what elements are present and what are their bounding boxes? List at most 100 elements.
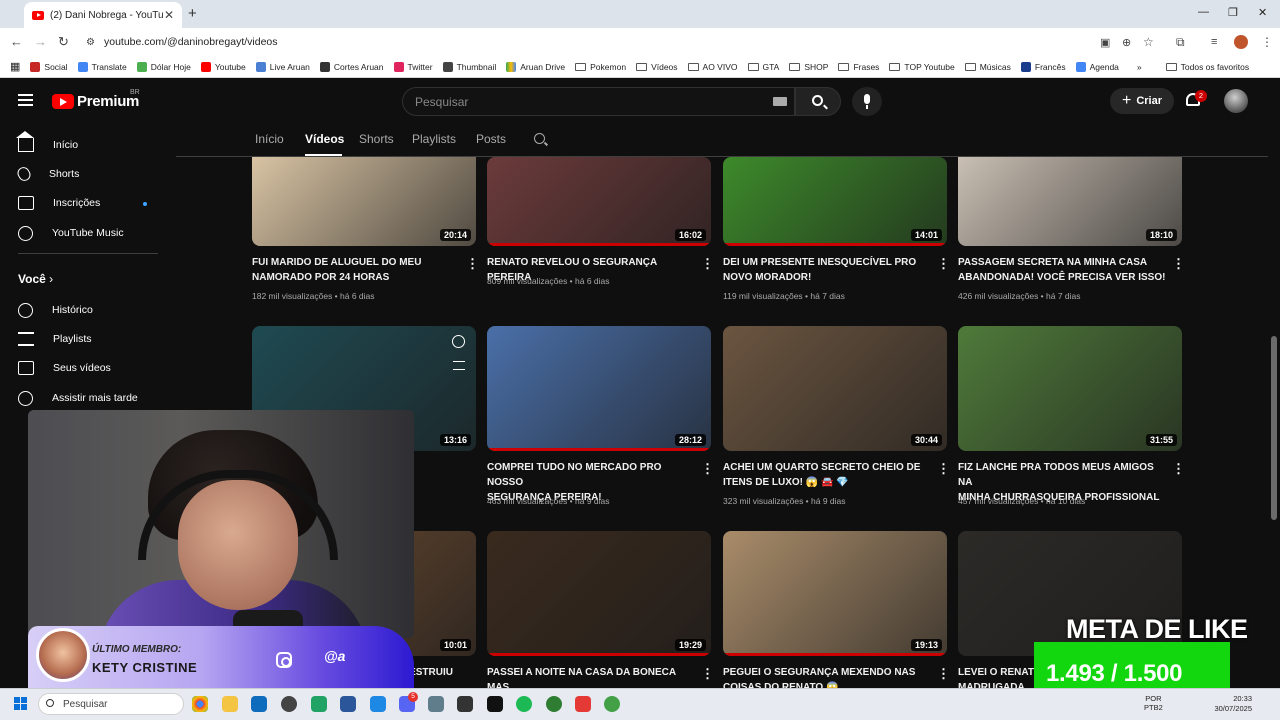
sidebar-item-playlists[interactable]: Playlists <box>0 324 175 354</box>
video-thumbnail[interactable]: 14:01 <box>723 157 947 246</box>
bookmark-frances[interactable]: Francês <box>1020 61 1066 72</box>
sidebar-item-inicio[interactable]: Início <box>0 130 175 160</box>
watch-later-icon[interactable] <box>452 335 465 348</box>
bookmark-gta[interactable]: GTA <box>747 62 779 72</box>
scrollbar-thumb[interactable] <box>1271 336 1277 520</box>
bookmark-shop[interactable]: SHOP <box>789 62 828 72</box>
url-field[interactable]: youtube.com/@daninobregayt/videos <box>104 36 278 48</box>
install-icon[interactable]: ▣ <box>1100 36 1110 49</box>
search-input[interactable]: Pesquisar <box>402 87 795 116</box>
youtube-logo-icon[interactable] <box>52 94 74 109</box>
sidebar-item-shorts[interactable]: Shorts <box>0 159 175 189</box>
zoom-icon[interactable]: ⊕ <box>1122 36 1131 49</box>
close-window-button[interactable]: ✕ <box>1258 6 1267 19</box>
tab-posts[interactable]: Posts <box>476 132 506 146</box>
windows-start-icon[interactable] <box>14 697 28 711</box>
video-thumbnail[interactable]: 20:14 <box>252 157 476 246</box>
bookmark-social[interactable]: Social <box>30 61 68 72</box>
tab-shorts[interactable]: Shorts <box>359 132 394 146</box>
video-thumbnail[interactable]: 19:29 <box>487 531 711 656</box>
sidebar-item-historico[interactable]: Histórico <box>0 295 175 325</box>
create-button[interactable]: + Criar <box>1110 88 1174 114</box>
all-bookmarks[interactable]: Todos os favoritos <box>1165 62 1249 72</box>
bookmark-twitter[interactable]: Twitter <box>393 61 433 72</box>
back-icon[interactable]: ← <box>10 34 23 49</box>
sidebar-item-inscricoes[interactable]: Inscrições <box>0 188 175 218</box>
forward-icon[interactable]: → <box>34 34 47 49</box>
video-title[interactable]: ACHEI UM QUARTO SECRETO CHEIO DE ITENS DE… <box>723 460 933 490</box>
site-info-icon[interactable]: ⚙ <box>86 37 95 48</box>
video-thumbnail[interactable]: 18:10 <box>958 157 1182 246</box>
menu-icon[interactable]: ⋮ <box>1261 35 1273 49</box>
sidebar-item-assistir-mais-tarde[interactable]: Assistir mais tarde <box>0 383 175 413</box>
calculator-icon[interactable] <box>340 696 356 712</box>
new-tab-button[interactable]: + <box>188 5 197 22</box>
tab-inicio[interactable]: Início <box>255 132 284 146</box>
bookmark-thumbnail[interactable]: Thumbnail <box>442 61 496 72</box>
reading-list-icon[interactable]: ≡ <box>1211 36 1217 48</box>
spotify-icon[interactable] <box>516 696 532 712</box>
hamburger-menu-icon[interactable] <box>18 94 33 106</box>
video-menu-icon[interactable]: ⋮ <box>937 666 950 682</box>
language-indicator[interactable]: POR PTB2 <box>1144 694 1163 712</box>
apps-icon[interactable]: ▦ <box>10 60 20 73</box>
bookmark-star-icon[interactable]: ☆ <box>1143 35 1154 49</box>
video-thumbnail[interactable]: 30:44 <box>723 326 947 451</box>
video-menu-icon[interactable]: ⋮ <box>701 256 714 272</box>
sidebar-heading-voce[interactable]: Você › <box>18 272 53 286</box>
bookmark-cortes-aruan[interactable]: Cortes Aruan <box>319 61 384 72</box>
capcut-icon[interactable] <box>457 696 473 712</box>
add-to-queue-icon[interactable] <box>453 361 465 370</box>
taskbar-clock[interactable]: 20:33 30/07/2025 <box>1208 694 1252 714</box>
g-hub-icon[interactable] <box>487 696 503 712</box>
video-title[interactable]: DEI UM PRESENTE INESQUECÍVEL PRO NOVO MOR… <box>723 255 933 285</box>
browser-tab[interactable]: (2) Dani Nobrega - YouTube ✕ <box>24 2 182 28</box>
bookmark-ao-vivo[interactable]: AO VIVO <box>687 62 738 72</box>
video-thumbnail[interactable]: 31:55 <box>958 326 1182 451</box>
tab-playlists[interactable]: Playlists <box>412 132 456 146</box>
bookmark-youtube[interactable]: Youtube <box>200 61 246 72</box>
bookmark-aruan-drive[interactable]: Aruan Drive <box>506 61 565 72</box>
sidebar-item-youtube-music[interactable]: YouTube Music <box>0 218 175 248</box>
keyboard-icon[interactable] <box>773 97 787 106</box>
camera-icon[interactable] <box>428 696 444 712</box>
video-menu-icon[interactable]: ⋮ <box>701 666 714 682</box>
game-icon[interactable] <box>575 696 591 712</box>
extensions-icon[interactable]: ⧉ <box>1176 35 1185 50</box>
video-menu-icon[interactable]: ⋮ <box>937 461 950 477</box>
app-icon[interactable] <box>546 696 562 712</box>
sheets-icon[interactable] <box>311 696 327 712</box>
voice-search-button[interactable] <box>852 87 882 116</box>
outlook-icon[interactable] <box>251 696 267 712</box>
meet-icon[interactable] <box>370 696 386 712</box>
chrome-icon[interactable] <box>192 696 208 712</box>
video-menu-icon[interactable]: ⋮ <box>1172 461 1185 477</box>
account-avatar[interactable] <box>1224 89 1248 113</box>
bookmark-frases[interactable]: Frases <box>838 62 879 72</box>
app2-icon[interactable] <box>604 696 620 712</box>
video-title[interactable]: PASSAGEM SECRETA NA MINHA CASA ABANDONADA… <box>958 255 1168 285</box>
video-title[interactable]: FUI MARIDO DE ALUGUEL DO MEU NAMORADO POR… <box>252 255 462 285</box>
bookmark-live-aruan[interactable]: Live Aruan <box>255 61 310 72</box>
search-button[interactable] <box>795 87 841 116</box>
reload-icon[interactable]: ↻ <box>58 34 69 50</box>
bookmark-musicas[interactable]: Músicas <box>964 62 1011 72</box>
video-thumbnail[interactable]: 28:12 <box>487 326 711 451</box>
channel-search-icon[interactable] <box>534 133 545 144</box>
bookmark-translate[interactable]: Translate <box>77 61 127 72</box>
close-tab-icon[interactable]: ✕ <box>164 8 174 22</box>
file-explorer-icon[interactable] <box>222 696 238 712</box>
video-menu-icon[interactable]: ⋮ <box>466 256 479 272</box>
bookmark-pokemon[interactable]: Pokemon <box>575 62 626 72</box>
video-menu-icon[interactable]: ⋮ <box>701 461 714 477</box>
tab-videos[interactable]: Vídeos <box>305 132 344 146</box>
more-bookmarks-icon[interactable]: » <box>1137 62 1142 72</box>
profile-avatar[interactable] <box>1234 35 1248 49</box>
video-thumbnail[interactable]: 16:02 <box>487 157 711 246</box>
restore-button[interactable]: ❐ <box>1228 6 1238 19</box>
sidebar-item-seus-videos[interactable]: Seus vídeos <box>0 353 175 383</box>
bookmark-videos[interactable]: Vídeos <box>636 62 678 72</box>
taskbar-search-input[interactable]: Pesquisar <box>38 693 184 715</box>
bookmark-agenda[interactable]: Agenda <box>1075 61 1119 72</box>
bookmark-dolar[interactable]: Dólar Hoje <box>136 61 191 72</box>
